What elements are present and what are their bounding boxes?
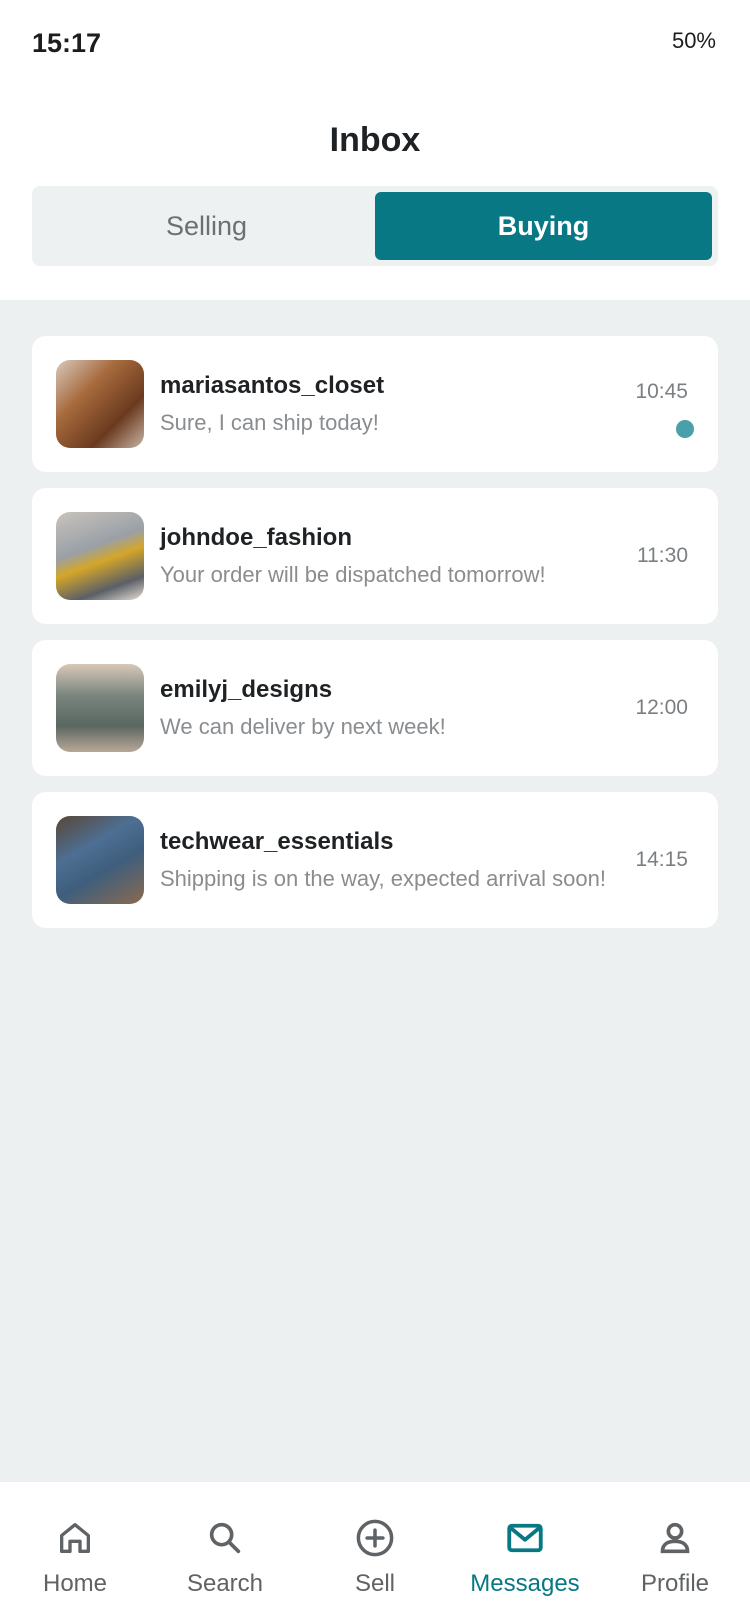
- tab-selling[interactable]: Selling: [38, 192, 375, 260]
- conversation-preview: Shipping is on the way, expected arrival…: [160, 866, 606, 891]
- conversation-name: mariasantos_closet: [160, 372, 385, 399]
- conversation-name: johndoe_fashion: [160, 524, 352, 551]
- conversation-time: 10:45: [635, 380, 688, 403]
- battery-level: 50%: [671, 28, 716, 53]
- conversation-avatar: [56, 664, 144, 752]
- conversation-item[interactable]: johndoe_fashion Your order will be dispa…: [32, 488, 718, 624]
- conversation-list: mariasantos_closet Sure, I can ship toda…: [0, 300, 750, 1482]
- nav-label: Profile: [640, 1570, 710, 1597]
- conversation-item[interactable]: techwear_essentials Shipping is on the w…: [32, 792, 718, 928]
- plus-circle-icon: [353, 1516, 397, 1560]
- conversation-time: 14:15: [635, 848, 688, 871]
- conversation-time: 12:00: [635, 696, 688, 719]
- nav-profile[interactable]: Profile: [600, 1482, 750, 1624]
- nav-label: Home: [42, 1570, 108, 1597]
- tab-buying[interactable]: Buying: [375, 192, 712, 260]
- user-icon: [653, 1516, 697, 1560]
- nav-label: Search: [186, 1570, 264, 1597]
- conversation-name: techwear_essentials: [160, 828, 394, 855]
- nav-label: Sell: [354, 1570, 396, 1597]
- conversation-time: 11:30: [637, 544, 688, 567]
- inbox-tabs: Selling Buying: [32, 186, 718, 266]
- nav-sell[interactable]: Sell: [300, 1482, 450, 1624]
- conversation-avatar: [56, 816, 144, 904]
- status-time: 15:17: [32, 28, 102, 58]
- conversation-item[interactable]: mariasantos_closet Sure, I can ship toda…: [32, 336, 718, 472]
- nav-home[interactable]: Home: [0, 1482, 150, 1624]
- home-icon: [53, 1516, 97, 1560]
- conversation-preview: We can deliver by next week!: [160, 714, 446, 739]
- nav-label: Messages: [470, 1570, 580, 1597]
- conversation-avatar: [56, 512, 144, 600]
- bottom-navigation: Home Search Sell Messages Profile: [0, 1482, 750, 1624]
- search-icon: [203, 1516, 247, 1560]
- unread-indicator: [676, 420, 694, 438]
- nav-search[interactable]: Search: [150, 1482, 300, 1624]
- conversation-item[interactable]: emilyj_designs We can deliver by next we…: [32, 640, 718, 776]
- page-title: Inbox: [329, 121, 421, 159]
- mail-icon: [503, 1516, 547, 1560]
- conversation-name: emilyj_designs: [160, 676, 333, 703]
- conversation-preview: Sure, I can ship today!: [160, 410, 379, 435]
- nav-messages[interactable]: Messages: [450, 1482, 600, 1624]
- conversation-avatar: [56, 360, 144, 448]
- conversation-preview: Your order will be dispatched tomorrow!: [160, 562, 546, 587]
- status-bar: 15:17 50%: [0, 0, 750, 82]
